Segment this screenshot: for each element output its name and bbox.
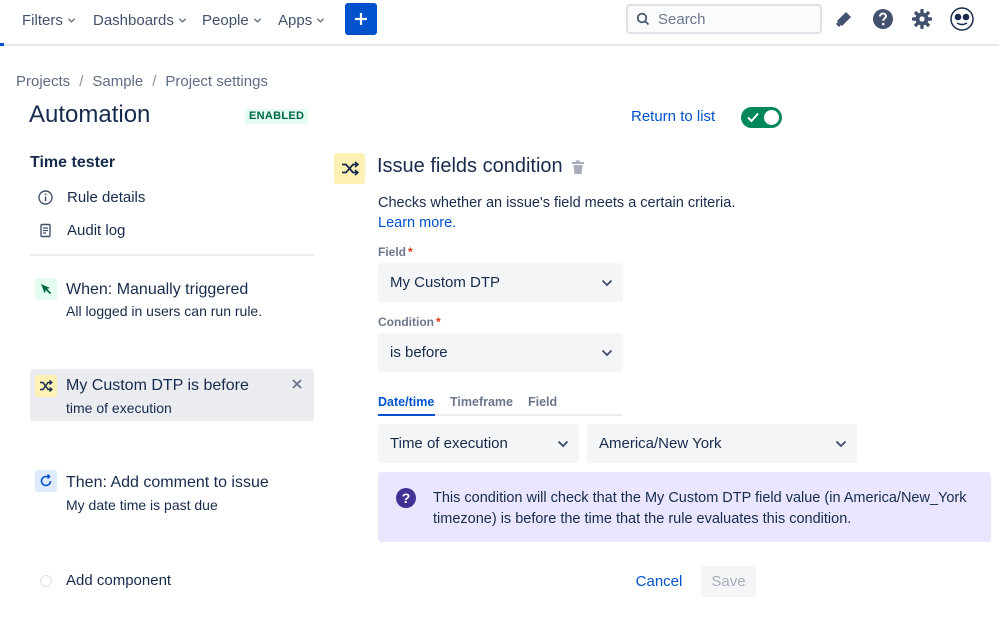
nav-accent	[0, 0, 4, 46]
nav-filters[interactable]: Filters	[22, 10, 76, 30]
chevron-down-icon	[835, 440, 847, 447]
condition-shuffle-icon	[334, 153, 365, 184]
settings-button[interactable]	[910, 7, 934, 31]
gear-icon	[912, 9, 932, 29]
nav-people[interactable]: People	[202, 10, 262, 30]
info-panel: ? This condition will check that the My …	[378, 472, 991, 542]
nav-dashboards[interactable]: Dashboards	[93, 10, 187, 30]
rule-enabled-toggle[interactable]	[741, 107, 782, 128]
create-button[interactable]	[345, 3, 377, 35]
value-type-tabs: Date/time Timeframe Field	[378, 395, 622, 416]
notifications-button[interactable]	[832, 7, 856, 31]
cursor-trigger-icon	[35, 278, 57, 300]
timezone-select-value: America/New York	[599, 435, 722, 452]
condition-select-value: is before	[390, 344, 448, 361]
add-component-button[interactable]: Add component	[40, 572, 171, 589]
avatar-icon	[950, 7, 974, 31]
shuffle-icon	[35, 375, 57, 397]
required-mark: *	[408, 245, 413, 259]
rule-name: Time tester	[30, 154, 116, 171]
audit-log-link[interactable]: Audit log	[38, 220, 125, 240]
cancel-button[interactable]: Cancel	[627, 566, 691, 597]
learn-more-link[interactable]: Learn more.	[378, 215, 456, 231]
component-subtitle: time of execution	[66, 400, 172, 416]
field-select[interactable]: My Custom DTP	[378, 263, 623, 302]
chevron-down-icon	[178, 17, 187, 23]
breadcrumb-separator: /	[152, 73, 157, 90]
breadcrumb-separator: /	[79, 73, 84, 90]
add-component-label: Add component	[66, 572, 172, 589]
component-title: When: Manually triggered	[66, 281, 249, 298]
page-title: Automation	[29, 101, 151, 128]
active-tab-indicator	[378, 414, 435, 416]
condition-description: Checks whether an issue's field meets a …	[378, 195, 736, 211]
breadcrumb-sample[interactable]: Sample	[92, 73, 143, 90]
condition-title: Issue fields condition	[377, 155, 563, 177]
nav-filters-label: Filters	[22, 11, 63, 29]
status-badge: ENABLED	[245, 109, 309, 124]
nav-apps-label: Apps	[278, 11, 313, 29]
component-action[interactable]: Then: Add comment to issue My date time …	[30, 465, 314, 517]
refresh-action-icon	[35, 470, 57, 492]
timezone-select[interactable]: America/New York	[587, 424, 857, 463]
chevron-down-icon	[67, 17, 76, 23]
component-title: My Custom DTP is before	[66, 377, 249, 394]
nav-dashboards-label: Dashboards	[93, 11, 174, 29]
component-subtitle: All logged in users can run rule.	[66, 303, 263, 319]
toggle-knob	[764, 110, 779, 125]
plus-icon	[355, 13, 367, 25]
search-box[interactable]	[626, 4, 822, 34]
component-title: Then: Add comment to issue	[66, 474, 269, 491]
condition-select[interactable]: is before	[378, 333, 623, 372]
save-button[interactable]: Save	[701, 566, 756, 597]
avatar[interactable]	[950, 7, 974, 31]
breadcrumb-project-settings[interactable]: Project settings	[165, 73, 268, 90]
chevron-down-icon	[253, 17, 261, 23]
tab-field[interactable]: Field	[528, 395, 557, 409]
return-to-list-link[interactable]: Return to list	[631, 108, 715, 125]
field-label: Field *	[378, 245, 413, 259]
nav-apps[interactable]: Apps	[278, 10, 325, 30]
document-icon	[40, 223, 51, 237]
time-value-select[interactable]: Time of execution	[378, 424, 579, 463]
component-subtitle: My date time is past due	[66, 497, 218, 513]
add-component-dot-icon	[40, 574, 52, 587]
remove-component-icon[interactable]	[290, 377, 304, 391]
condition-label: Condition *	[378, 315, 441, 329]
breadcrumb-projects[interactable]: Projects	[16, 73, 70, 90]
search-icon	[636, 12, 650, 26]
nav-people-label: People	[202, 11, 249, 29]
condition-label-text: Condition	[378, 315, 434, 329]
field-label-text: Field	[378, 245, 407, 259]
component-trigger[interactable]: When: Manually triggered All logged in u…	[30, 272, 314, 324]
field-select-value: My Custom DTP	[390, 274, 501, 291]
component-condition[interactable]: My Custom DTP is before time of executio…	[30, 369, 314, 421]
question-icon: ?	[396, 488, 416, 508]
check-icon	[747, 112, 759, 123]
required-mark: *	[435, 315, 441, 329]
chevron-down-icon	[557, 440, 569, 447]
chevron-down-icon	[601, 349, 613, 356]
top-navigation: Filters Dashboards People Apps	[0, 0, 999, 46]
tab-date-time[interactable]: Date/time	[378, 395, 434, 409]
trash-icon[interactable]	[571, 160, 585, 175]
megaphone-icon	[836, 12, 851, 27]
audit-log-label: Audit log	[67, 221, 126, 239]
help-button[interactable]	[871, 7, 895, 31]
time-value-select-value: Time of execution	[390, 435, 508, 452]
info-text: This condition will check that the My Cu…	[433, 490, 967, 527]
rule-details-link[interactable]: Rule details	[38, 187, 145, 207]
breadcrumb: Projects / Sample / Project settings	[16, 73, 268, 90]
info-icon	[38, 189, 53, 205]
tab-timeframe[interactable]: Timeframe	[450, 395, 513, 409]
help-icon	[873, 9, 893, 29]
chevron-down-icon	[317, 17, 325, 23]
chevron-down-icon	[601, 279, 613, 286]
rule-details-label: Rule details	[67, 188, 146, 206]
search-input[interactable]	[658, 10, 808, 28]
sidebar-divider	[30, 254, 314, 256]
